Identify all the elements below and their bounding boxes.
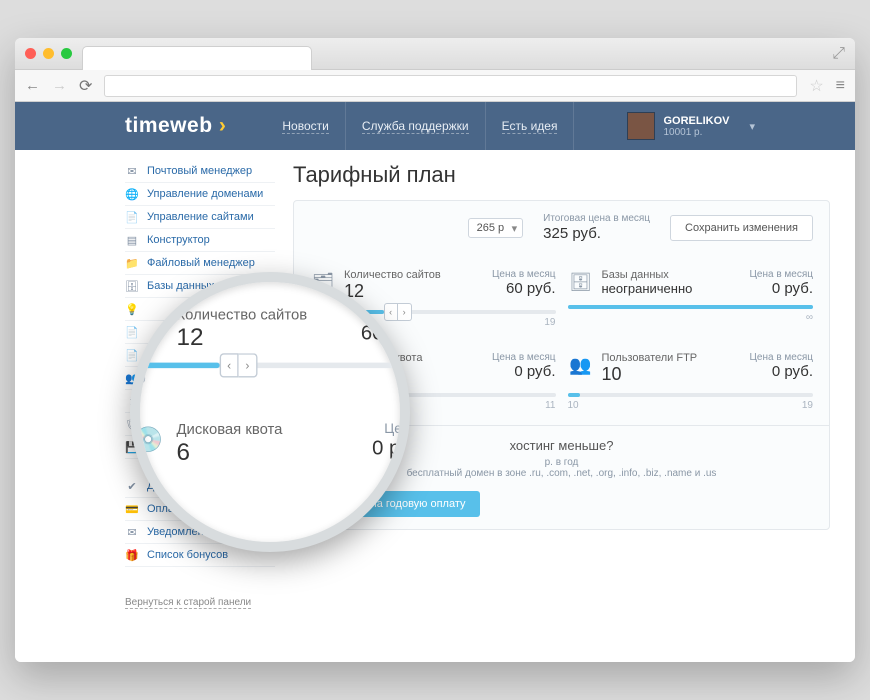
reload-icon[interactable]: ⟳ — [79, 76, 92, 96]
globe-icon: 🌐 — [125, 188, 139, 200]
nav-idea[interactable]: Есть идея — [486, 102, 575, 151]
user-menu[interactable]: GORELIKOV 10001 р. ▾ — [627, 112, 755, 140]
users-icon: 👥 — [568, 352, 594, 378]
sidebar-item[interactable]: 📁Файловый менеджер — [125, 252, 275, 275]
sidebar-item[interactable]: 📄Управление сайтами — [125, 206, 275, 229]
window-close-icon[interactable] — [25, 48, 36, 59]
bell-icon: ✉ — [125, 526, 139, 538]
browser-tab[interactable] — [82, 46, 312, 70]
gift-icon: 🎁 — [125, 549, 139, 561]
price-select[interactable]: 265 р — [468, 218, 524, 238]
doc-icon: 📄 — [125, 349, 139, 361]
old-panel-link[interactable]: Вернуться к старой панели — [125, 597, 251, 609]
browser-titlebar: ⤢ — [15, 38, 855, 70]
sidebar-item[interactable]: ✉Почтовый менеджер — [125, 160, 275, 183]
site-icon: 📄 — [125, 211, 139, 223]
bulb-icon: 💡 — [125, 303, 139, 315]
nav-support[interactable]: Служба поддержки — [346, 102, 486, 151]
card-icon: 💳 — [125, 503, 139, 515]
logo[interactable]: timeweb › — [125, 114, 226, 138]
expand-icon[interactable]: ⤢ — [832, 45, 845, 63]
database-icon: 🗄 — [125, 280, 139, 292]
check-icon: ✔ — [125, 480, 139, 492]
card-db: 🗄 Базы данных неограниченно Цена в месяц… — [568, 263, 814, 334]
slider-ftp[interactable] — [568, 393, 814, 397]
page: timeweb › Новости Служба поддержки Есть … — [15, 102, 855, 662]
folder-icon: 📁 — [125, 257, 139, 269]
back-icon[interactable]: ← — [25, 77, 40, 94]
nav-news[interactable]: Новости — [266, 102, 345, 151]
address-bar[interactable] — [104, 75, 797, 97]
slider-db[interactable] — [568, 305, 814, 309]
chevron-down-icon: ▾ — [749, 120, 755, 133]
bookmark-icon[interactable]: ☆ — [809, 76, 823, 96]
user-name: GORELIKOV — [663, 115, 729, 127]
browser-window: ⤢ ← → ⟳ ☆ ≡ timeweb › Новости Служба под… — [15, 38, 855, 662]
doc-icon: 📄 — [125, 326, 139, 338]
total-value: 325 руб. — [543, 225, 650, 243]
builder-icon: ▤ — [125, 234, 139, 246]
user-balance: 10001 р. — [663, 127, 729, 138]
card-ftp: 👥 Пользователи FTP 10 Цена в месяц 0 руб… — [568, 346, 814, 417]
forward-icon: → — [52, 77, 67, 94]
window-max-icon[interactable] — [61, 48, 72, 59]
page-title: Тарифный план — [293, 162, 830, 188]
total-label: Итоговая цена в месяц — [543, 213, 650, 225]
sidebar-item[interactable]: ▤Конструктор — [125, 229, 275, 252]
magnifier-overlay: 🗂 Количество сайтов 12 Цена 60 руб. ‹› 1… — [130, 272, 410, 552]
avatar — [627, 112, 655, 140]
save-button[interactable]: Сохранить изменения — [670, 215, 813, 241]
sidebar-item[interactable]: 🌐Управление доменами — [125, 183, 275, 206]
browser-toolbar: ← → ⟳ ☆ ≡ — [15, 70, 855, 102]
hamburger-icon[interactable]: ≡ — [836, 77, 845, 95]
mail-icon: ✉ — [125, 165, 139, 177]
site-header: timeweb › Новости Служба поддержки Есть … — [15, 102, 855, 150]
window-min-icon[interactable] — [43, 48, 54, 59]
database-icon: 🗄 — [568, 269, 594, 295]
disk-icon: 💿 — [131, 422, 166, 457]
